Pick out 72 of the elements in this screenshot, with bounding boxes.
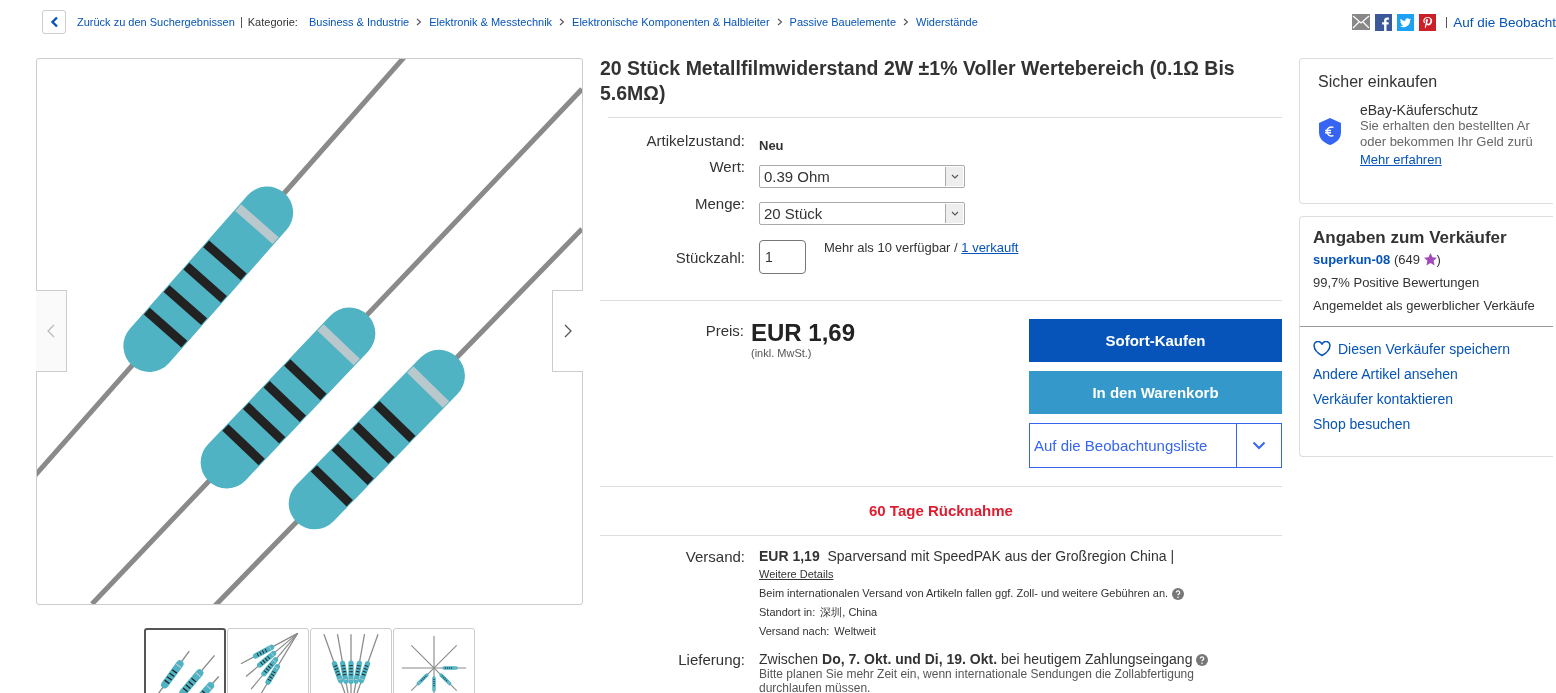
chevron-icon [776, 18, 783, 26]
breadcrumb-link[interactable]: Elektronische Komponenten & Halbleiter [572, 16, 770, 28]
heart-icon [1313, 341, 1331, 357]
feedback-score-close: ) [1436, 252, 1441, 267]
ships-to-value: Weltweit [834, 624, 876, 639]
quantity-label: Stückzahl: [674, 248, 745, 266]
seller-heading: Angaben zum Verkäufer [1313, 228, 1508, 248]
seller-link[interactable]: Andere Artikel ansehen [1313, 366, 1553, 382]
chevron-down-icon [950, 174, 959, 179]
ships-to-label: Versand nach: [759, 624, 830, 639]
breadcrumb-link[interactable]: Elektronik & Messtechnik [429, 16, 553, 28]
option-dropdown[interactable]: 20 Stück [759, 202, 965, 225]
chevron-down-icon [1252, 441, 1266, 450]
learn-more-link[interactable]: Mehr erfahren [1360, 152, 1442, 167]
protection-heading: eBay-Käuferschutz [1360, 102, 1480, 118]
seller-name-link[interactable]: superkun-08 [1313, 252, 1391, 267]
returns-text: 60 Tage Rücknahme [868, 501, 1014, 521]
customs-note: Beim internationalen Versand von Artikeln fallen ggf. Zoll- und weitere Gebühren an. [759, 587, 1169, 599]
price-note: (inkl. MwSt.) [751, 347, 813, 359]
quantity-input[interactable]: 1 [759, 240, 806, 274]
back-button[interactable] [42, 10, 66, 34]
delivery-label: Lieferung: [677, 651, 745, 670]
breadcrumb-link[interactable]: Business & Industrie [308, 16, 410, 28]
feedback-score: (649 [1393, 252, 1420, 267]
help-icon[interactable] [1196, 654, 1209, 667]
help-icon[interactable] [1172, 588, 1185, 601]
facebook-icon[interactable] [1375, 13, 1393, 31]
details-link[interactable]: Weitere Details [759, 568, 834, 580]
seller-link[interactable]: Verkäufer kontaktieren [1313, 391, 1553, 407]
breadcrumb-link[interactable]: Passive Bauelemente [789, 16, 896, 28]
email-icon[interactable] [1352, 14, 1371, 30]
condition-label: Artikelzustand: [645, 132, 745, 151]
category-label: Kategorie: [247, 16, 298, 28]
price-label: Preis: [704, 321, 744, 341]
protection-text: oder bekommen Ihr Geld zurü [1360, 134, 1533, 150]
buy-now-button[interactable]: Sofort-Kaufen [1029, 319, 1282, 362]
delivery-note: Bitte planen Sie mehr Zeit ein, wenn internationale Sendungen die Zollabfertigung durchlaufen müssen. [759, 667, 1195, 693]
chevron-icon [559, 18, 566, 26]
option-label: Menge: [693, 195, 745, 214]
star-icon [1423, 253, 1437, 266]
product-title: 20 Stück Metallfilmwiderstand 2W ±1% Voller Wertebereich (0.1Ω Bis 5.6MΩ) [600, 56, 1236, 106]
location-label: Standort in: [759, 605, 816, 620]
chevron-down-icon [950, 211, 959, 216]
twitter-icon[interactable] [1397, 13, 1415, 31]
option-label: Wert: [708, 158, 745, 177]
chevron-right-icon [564, 324, 572, 338]
thumbnail[interactable] [144, 628, 226, 693]
delivery-dates: Zwischen Do, 7. Okt. und Di, 19. Okt. bei heutigem Zahlungseingang [759, 651, 1193, 667]
protection-text: Sie erhalten den bestellten Ar [1360, 118, 1531, 134]
location-value: 深圳, China [820, 605, 878, 620]
availability-text: Mehr als 10 verfügbar / 1 verkauft [824, 240, 1019, 255]
chevron-icon [416, 18, 423, 26]
option-dropdown[interactable]: 0.39 Ohm [759, 165, 965, 188]
shipping-price: EUR 1,19 [759, 548, 820, 564]
pinterest-icon[interactable] [1419, 13, 1437, 31]
shield-euro-icon [1318, 118, 1342, 145]
condition-value: Neu [759, 137, 785, 153]
card-title: Sicher einkaufen [1318, 73, 1439, 91]
chevron-left-icon [47, 324, 55, 338]
back-link[interactable]: Zurück zu den Suchergebnissen [77, 16, 235, 28]
positive-feedback: 99,7% Positive Bewertungen [1313, 275, 1481, 290]
price: EUR 1,69 [751, 319, 857, 347]
chevron-left-icon [49, 16, 59, 28]
seller-link[interactable]: Shop besuchen [1313, 416, 1553, 432]
save-seller-link[interactable]: Diesen Verkäufer speichern [1313, 341, 1553, 357]
chevron-icon [903, 18, 909, 26]
watchlist-link[interactable]: Auf die Beobacht [1453, 14, 1556, 30]
seller-type: Angemeldet als gewerblicher Verkäufe [1313, 298, 1536, 313]
shipping-method: Sparversand mit SpeedPAK aus der Großregion China | [827, 548, 1175, 564]
sold-link[interactable]: 1 verkauft [961, 240, 1019, 255]
breadcrumb-link[interactable]: Widerstände [916, 16, 978, 28]
shipping-label: Versand: [684, 548, 745, 567]
